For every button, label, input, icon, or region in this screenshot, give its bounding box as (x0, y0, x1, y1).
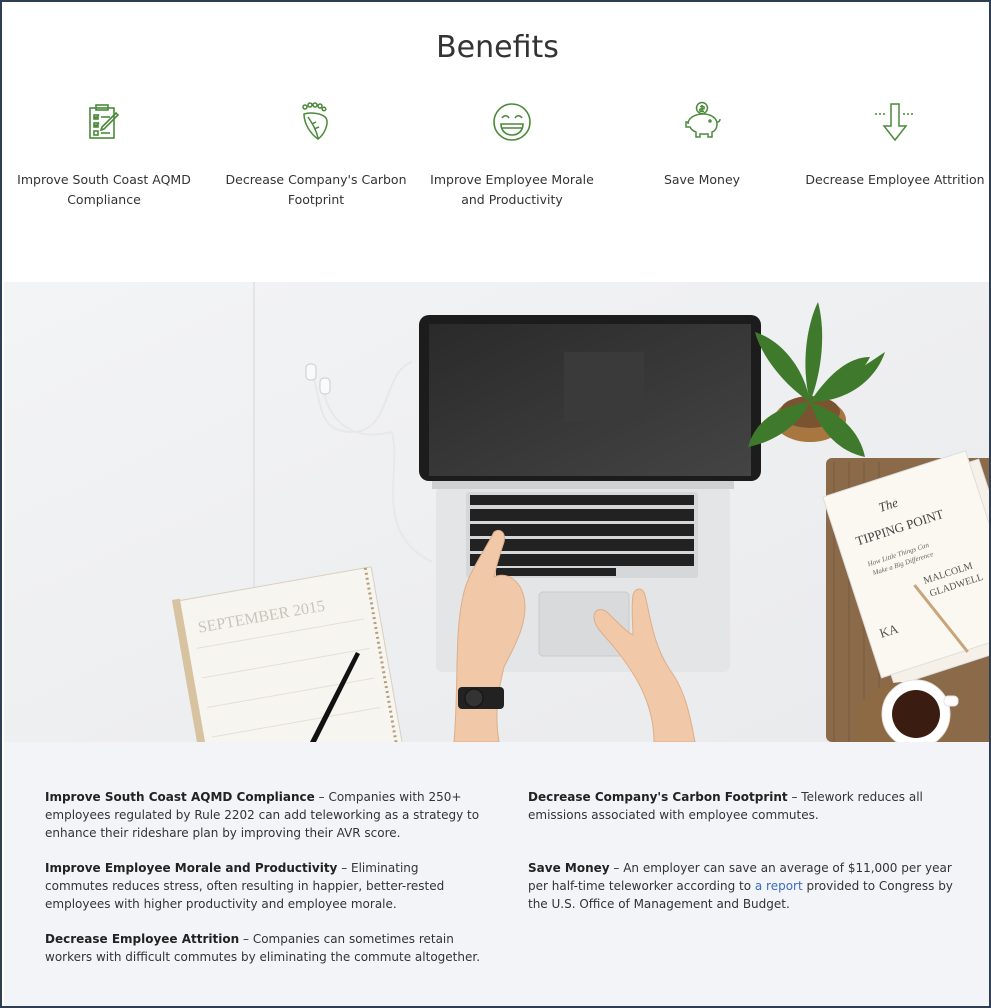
detail-morale: Improve Employee Morale and Productivity… (45, 861, 445, 911)
piggy-bank-icon (685, 101, 721, 138)
detail-save-money: Save Money – An employer can save an ave… (528, 861, 953, 911)
smiley-face-icon (493, 103, 531, 141)
details-section: Improve South Coast AQMD Compliance – Co… (4, 742, 989, 1006)
benefit-compliance: Improve South Coast AQMD Compliance (9, 100, 199, 210)
page-frame: Benefits Improve South Coast AQMD Compli… (0, 0, 991, 1008)
detail-heading: Improve Employee Morale and Productivity (45, 861, 338, 875)
desk-photo: SEPTEMBER 2015 The TIPPING POINT How Lit… (4, 282, 989, 742)
footprint-leaf-icon (302, 102, 328, 140)
checklist-icon (89, 104, 120, 139)
detail-heading: Decrease Employee Attrition (45, 932, 240, 946)
benefits-section: Benefits Improve South Coast AQMD Compli… (4, 4, 989, 282)
detail-heading: Improve South Coast AQMD Compliance (45, 790, 315, 804)
benefit-attrition: Decrease Employee Attrition (800, 100, 989, 190)
detail-heading: Decrease Company's Carbon Footprint (528, 790, 788, 804)
detail-attrition: Decrease Employee Attrition – Companies … (45, 932, 481, 964)
benefit-label: Decrease Employee Attrition (805, 172, 985, 187)
down-arrow-icon (875, 103, 915, 142)
benefit-morale: Improve Employee Morale and Productivity (417, 100, 607, 210)
detail-carbon: Decrease Company's Carbon Footprint – Te… (528, 790, 923, 822)
benefit-label: Decrease Company's Carbon Footprint (225, 172, 407, 207)
report-link[interactable]: a report (755, 879, 803, 893)
detail-heading: Save Money (528, 861, 610, 875)
hero-image: SEPTEMBER 2015 The TIPPING POINT How Lit… (4, 282, 989, 742)
benefit-label: Improve Employee Morale and Productivity (430, 172, 594, 207)
detail-compliance: Improve South Coast AQMD Compliance – Co… (45, 790, 480, 840)
section-title: Benefits (436, 30, 559, 65)
benefit-label: Improve South Coast AQMD Compliance (17, 172, 191, 207)
benefit-save-money: Save Money (607, 100, 797, 190)
benefit-carbon: Decrease Company's Carbon Footprint (221, 100, 411, 210)
benefit-label: Save Money (663, 172, 741, 187)
